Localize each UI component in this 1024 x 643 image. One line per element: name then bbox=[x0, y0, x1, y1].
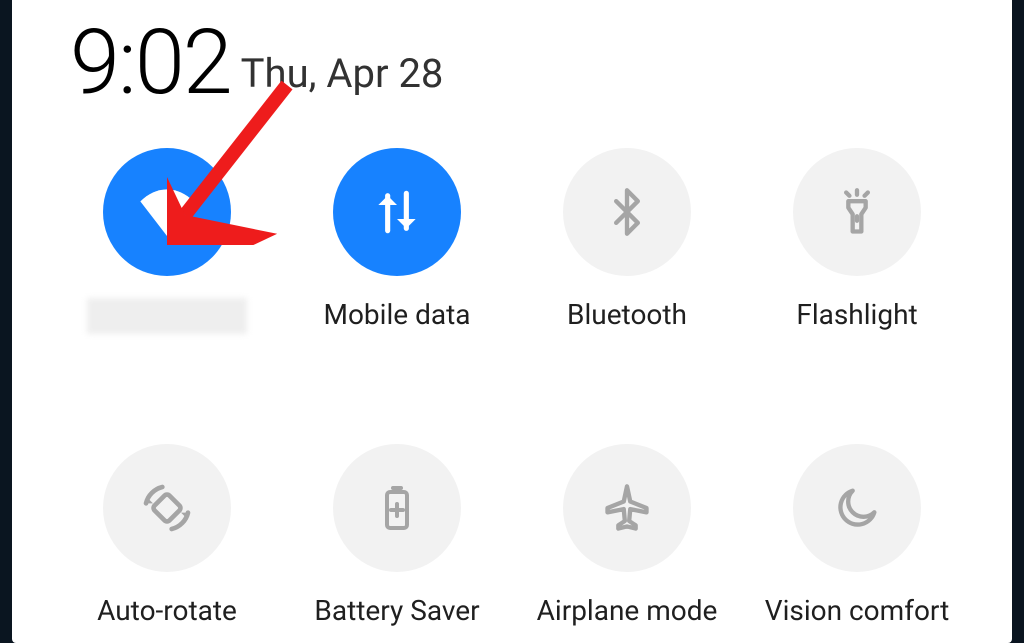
flashlight-toggle[interactable] bbox=[793, 148, 921, 276]
tile-flashlight: Flashlight bbox=[748, 148, 966, 334]
wifi-icon bbox=[135, 180, 199, 244]
clock-time: 9:02 bbox=[70, 18, 231, 108]
tile-battery-saver: Battery Saver bbox=[288, 444, 506, 627]
mobile-data-icon bbox=[369, 184, 425, 240]
wifi-toggle[interactable] bbox=[103, 148, 231, 276]
tile-mobile-data: Mobile data bbox=[288, 148, 506, 334]
mobile-data-toggle[interactable] bbox=[333, 148, 461, 276]
battery-saver-icon bbox=[373, 484, 421, 532]
flashlight-icon bbox=[831, 186, 883, 238]
tile-wifi bbox=[58, 148, 276, 334]
clock-date: Thu, Apr 28 bbox=[241, 54, 444, 94]
quick-settings-panel: 9:02 Thu, Apr 28 bbox=[12, 0, 1012, 643]
mobile-data-label: Mobile data bbox=[324, 298, 471, 331]
tile-airplane-mode: Airplane mode bbox=[518, 444, 736, 627]
auto-rotate-label: Auto-rotate bbox=[97, 594, 237, 627]
moon-icon bbox=[831, 482, 883, 534]
vision-comfort-label: Vision comfort bbox=[765, 594, 950, 627]
auto-rotate-toggle[interactable] bbox=[103, 444, 231, 572]
tile-vision-comfort: Vision comfort bbox=[748, 444, 966, 627]
bluetooth-toggle[interactable] bbox=[563, 148, 691, 276]
tile-auto-rotate: Auto-rotate bbox=[58, 444, 276, 627]
status-header: 9:02 Thu, Apr 28 bbox=[48, 18, 976, 108]
tile-bluetooth: Bluetooth bbox=[518, 148, 736, 334]
battery-saver-toggle[interactable] bbox=[333, 444, 461, 572]
airplane-icon bbox=[601, 482, 653, 534]
airplane-mode-label: Airplane mode bbox=[537, 594, 718, 627]
wifi-label bbox=[87, 298, 247, 334]
auto-rotate-icon bbox=[139, 480, 195, 536]
quick-settings-grid: Mobile data Bluetooth bbox=[48, 148, 976, 627]
vision-comfort-toggle[interactable] bbox=[793, 444, 921, 572]
bluetooth-icon bbox=[601, 186, 653, 238]
battery-saver-label: Battery Saver bbox=[314, 594, 479, 627]
airplane-mode-toggle[interactable] bbox=[563, 444, 691, 572]
bluetooth-label: Bluetooth bbox=[567, 298, 687, 331]
flashlight-label: Flashlight bbox=[796, 298, 917, 331]
